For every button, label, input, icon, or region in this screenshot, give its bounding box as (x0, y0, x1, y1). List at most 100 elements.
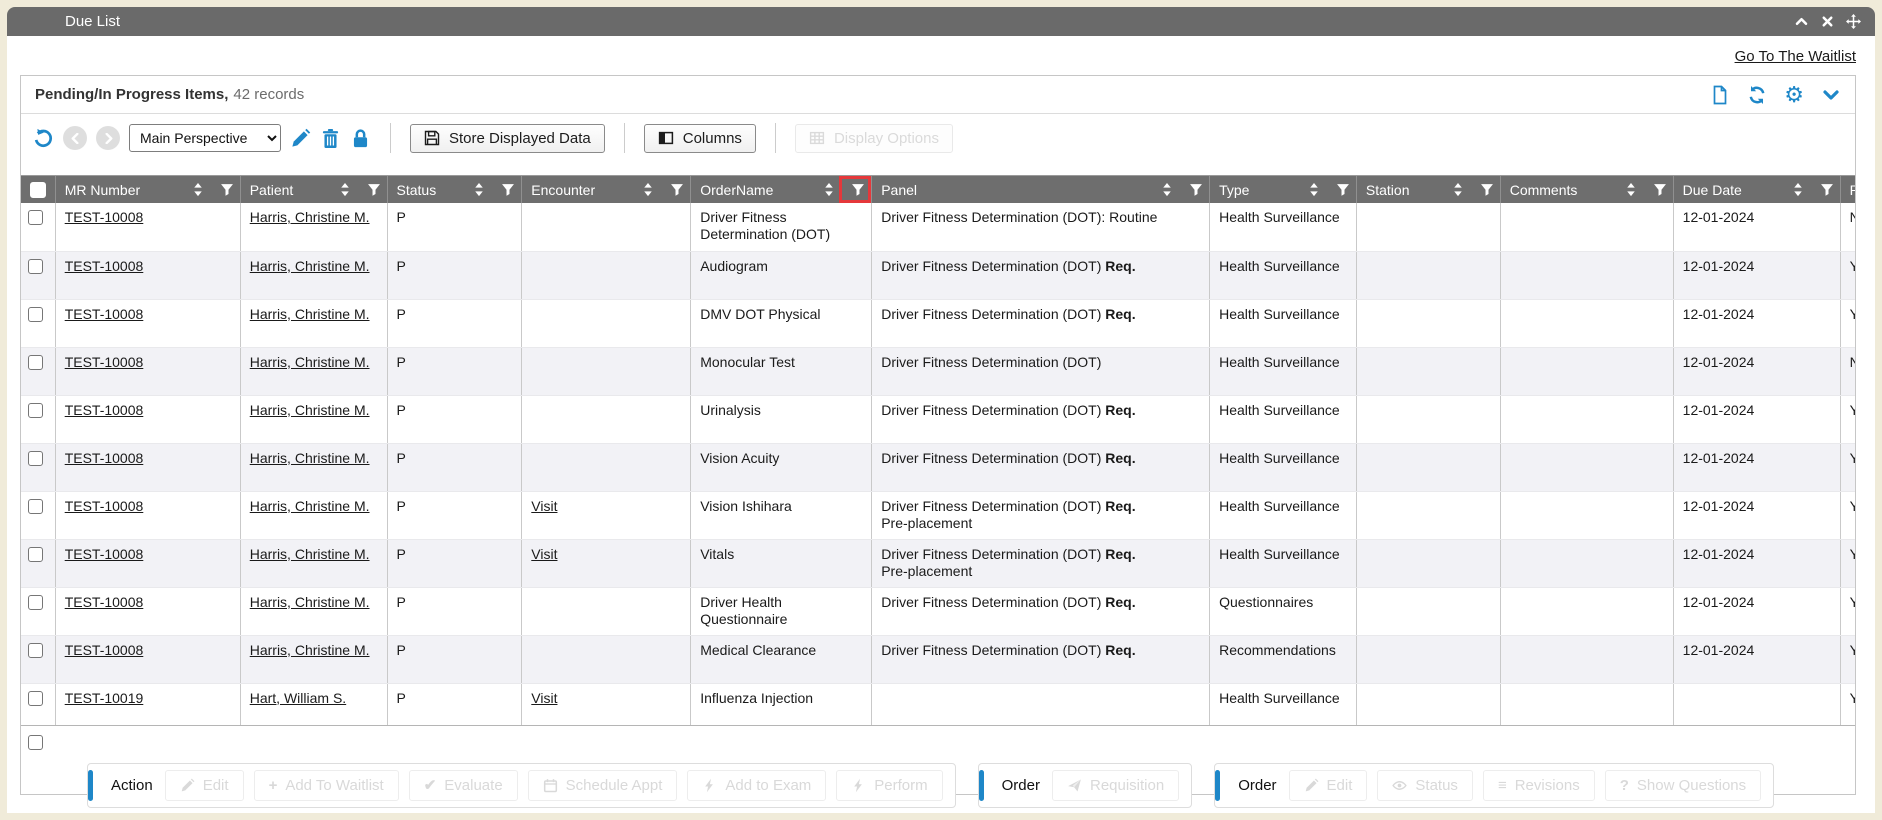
filter-icon[interactable] (1330, 182, 1350, 197)
filter-icon-highlighted[interactable] (845, 182, 865, 197)
evaluate-button: ✔Evaluate (409, 770, 518, 801)
mr-number-link[interactable]: TEST-10008 (65, 354, 144, 370)
mr-number-cell: TEST-10008 (55, 251, 240, 299)
refresh-icon[interactable] (1747, 85, 1767, 105)
previous-perspective-button[interactable] (63, 126, 87, 150)
filter-icon[interactable] (1647, 182, 1667, 197)
column-label: Type (1219, 182, 1301, 198)
close-icon[interactable] (1820, 14, 1835, 29)
sort-icon[interactable] (1618, 182, 1638, 197)
patient-link[interactable]: Harris, Christine M. (250, 209, 370, 225)
patient-link[interactable]: Harris, Christine M. (250, 642, 370, 658)
mr-number-link[interactable]: TEST-10008 (65, 450, 144, 466)
column-header-status[interactable]: Status (387, 176, 522, 203)
row-checkbox[interactable] (28, 499, 43, 514)
filter-icon[interactable] (361, 182, 381, 197)
patient-link[interactable]: Harris, Christine M. (250, 498, 370, 514)
sort-icon[interactable] (635, 182, 655, 197)
sort-icon[interactable] (816, 182, 836, 197)
store-displayed-data-button[interactable]: Store Displayed Data (410, 124, 605, 153)
filter-icon[interactable] (214, 182, 234, 197)
go-to-waitlist-link[interactable]: Go To The Waitlist (1735, 48, 1856, 65)
patient-link[interactable]: Harris, Christine M. (250, 450, 370, 466)
collapse-icon[interactable] (1794, 14, 1809, 29)
filter-icon[interactable] (1474, 182, 1494, 197)
sort-icon[interactable] (185, 182, 205, 197)
column-header-comments[interactable]: Comments (1500, 176, 1673, 203)
patient-link[interactable]: Harris, Christine M. (250, 402, 370, 418)
column-header-type[interactable]: Type (1210, 176, 1357, 203)
status-cell: P (387, 203, 522, 251)
select-cell (21, 347, 55, 395)
column-header-patient[interactable]: Patient (240, 176, 387, 203)
sort-icon[interactable] (332, 182, 352, 197)
chevron-down-icon[interactable] (1821, 85, 1841, 105)
visit-link[interactable]: Visit (531, 498, 557, 514)
mr-number-link[interactable]: TEST-10008 (65, 498, 144, 514)
mr-number-link[interactable]: TEST-10008 (65, 402, 144, 418)
select-all-checkbox[interactable] (30, 182, 46, 198)
visit-link[interactable]: Visit (531, 690, 557, 706)
column-header-encounter[interactable]: Encounter (522, 176, 691, 203)
column-header-mr[interactable]: MR Number (55, 176, 240, 203)
mr-number-link[interactable]: TEST-10008 (65, 594, 144, 610)
patient-link[interactable]: Harris, Christine M. (250, 546, 370, 562)
panel-cell: Driver Fitness Determination (DOT) (872, 347, 1210, 395)
comments-cell (1500, 395, 1673, 443)
row-checkbox[interactable] (28, 403, 43, 418)
order-name-cell: Driver Health Questionnaire (691, 587, 872, 635)
mr-number-link[interactable]: TEST-10008 (65, 642, 144, 658)
row-checkbox[interactable] (28, 259, 43, 274)
new-document-icon[interactable] (1710, 85, 1730, 105)
gear-icon[interactable]: ⚙ (1784, 85, 1804, 105)
filter-icon[interactable] (495, 182, 515, 197)
filter-icon[interactable] (1814, 182, 1834, 197)
row-checkbox[interactable] (28, 355, 43, 370)
row-checkbox[interactable] (28, 691, 43, 706)
sort-icon[interactable] (1445, 182, 1465, 197)
calendar-icon (543, 778, 558, 793)
column-header-panel[interactable]: Panel (872, 176, 1210, 203)
row-checkbox[interactable] (28, 307, 43, 322)
column-header-due_date[interactable]: Due Date (1673, 176, 1840, 203)
column-header-station[interactable]: Station (1356, 176, 1500, 203)
sort-icon[interactable] (466, 182, 486, 197)
visit-link[interactable]: Visit (531, 546, 557, 562)
column-header-order[interactable]: OrderName (691, 176, 872, 203)
select-all-bottom-checkbox[interactable] (28, 735, 43, 750)
patient-link[interactable]: Hart, William S. (250, 690, 346, 706)
row-checkbox[interactable] (28, 547, 43, 562)
row-checkbox[interactable] (28, 210, 43, 225)
button-label: Edit (203, 777, 229, 794)
mr-number-link[interactable]: TEST-10008 (65, 258, 144, 274)
patient-link[interactable]: Harris, Christine M. (250, 306, 370, 322)
patient-link[interactable]: Harris, Christine M. (250, 594, 370, 610)
mr-number-link[interactable]: TEST-10008 (65, 209, 144, 225)
next-perspective-button[interactable] (96, 126, 120, 150)
mr-number-link[interactable]: TEST-10008 (65, 306, 144, 322)
row-checkbox[interactable] (28, 595, 43, 610)
sort-icon[interactable] (1154, 182, 1174, 197)
patient-link[interactable]: Harris, Christine M. (250, 258, 370, 274)
move-icon[interactable] (1846, 14, 1861, 29)
mr-number-cell: TEST-10008 (55, 203, 240, 251)
select-all-header[interactable] (21, 176, 55, 203)
patient-link[interactable]: Harris, Christine M. (250, 354, 370, 370)
undo-icon[interactable] (33, 128, 54, 149)
delete-perspective-icon[interactable] (320, 128, 341, 149)
required-cell: No (1840, 203, 1855, 251)
mr-number-link[interactable]: TEST-10019 (65, 690, 144, 706)
perspective-select[interactable]: Main Perspective (129, 124, 281, 152)
filter-icon[interactable] (664, 182, 684, 197)
row-checkbox[interactable] (28, 643, 43, 658)
edit-perspective-icon[interactable] (290, 128, 311, 149)
row-checkbox[interactable] (28, 451, 43, 466)
sort-icon[interactable] (1785, 182, 1805, 197)
sort-icon[interactable] (1301, 182, 1321, 197)
lock-icon[interactable] (350, 128, 371, 149)
panel-cell: Driver Fitness Determination (DOT) Req. (872, 635, 1210, 683)
columns-button[interactable]: Columns (644, 124, 756, 153)
filter-icon[interactable] (1183, 182, 1203, 197)
panel-cell: Driver Fitness Determination (DOT) Req.P… (872, 539, 1210, 587)
mr-number-link[interactable]: TEST-10008 (65, 546, 144, 562)
